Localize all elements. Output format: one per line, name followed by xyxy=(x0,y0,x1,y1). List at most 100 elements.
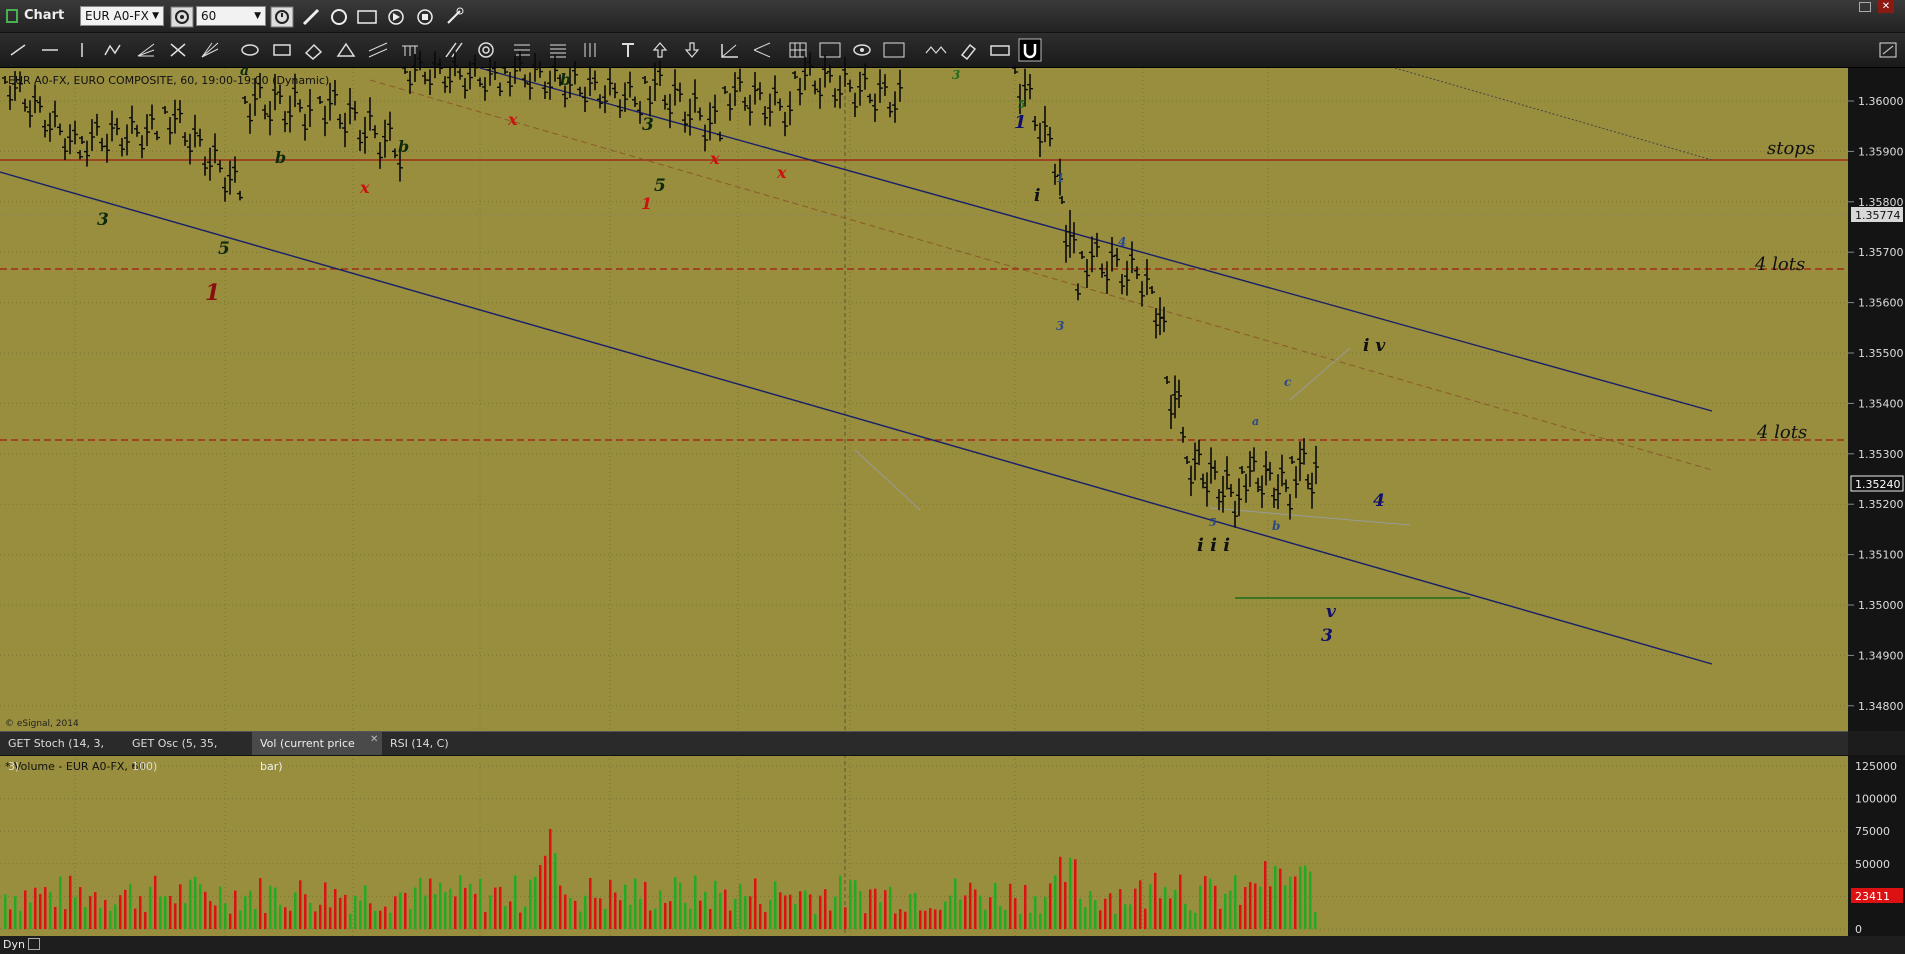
volume-bar xyxy=(354,895,357,929)
volume-bar xyxy=(339,897,342,929)
volume-bar xyxy=(309,902,312,929)
wave-label: i i i xyxy=(1197,535,1230,556)
tab-rsi[interactable]: RSI (14, C) xyxy=(382,732,462,755)
volume-bar xyxy=(739,883,742,929)
volume-bar xyxy=(269,885,272,929)
volume-bar xyxy=(874,888,877,929)
volume-bar xyxy=(1209,878,1212,929)
volume-bar xyxy=(484,911,487,929)
volume-bar xyxy=(209,901,212,929)
volume-bar xyxy=(504,905,507,929)
volume-bar xyxy=(524,906,527,929)
volume-bar xyxy=(439,882,442,929)
volume-bar xyxy=(214,905,217,929)
volume-bar xyxy=(1059,856,1062,929)
wave-label: 3 xyxy=(952,68,960,82)
volume-bar xyxy=(194,876,197,929)
volume-bar xyxy=(854,880,857,929)
volume-bar xyxy=(764,911,767,929)
wave-label: b xyxy=(275,148,286,167)
indicator-tabs: GET Stoch (14, 3, 3) GET Osc (5, 35, 100… xyxy=(0,731,1848,773)
wave-label: 3 xyxy=(97,210,109,230)
volume-bar xyxy=(1179,874,1182,929)
volume-bar xyxy=(1009,883,1012,929)
volume-bar xyxy=(1044,896,1047,929)
volume-bar xyxy=(1019,913,1022,929)
last-price-label: 1.35240 xyxy=(1855,478,1901,491)
volume-bar xyxy=(699,900,702,929)
price-label: 1.35100 xyxy=(1858,549,1904,562)
chart-canvas[interactable]: 1.36000 1.35900 1.35800 1.35700 1.35600 1.355… xyxy=(0,0,1905,954)
volume-bar xyxy=(259,878,262,929)
volume-bar xyxy=(724,889,727,929)
price-panel xyxy=(0,68,1848,731)
volume-bar xyxy=(779,892,782,929)
price-label: 1.35900 xyxy=(1858,145,1904,158)
volume-bar xyxy=(1074,859,1077,929)
volume-bar xyxy=(404,892,407,929)
stops-label: stops xyxy=(1767,138,1815,159)
volume-bar xyxy=(324,882,327,929)
volume-bar xyxy=(359,900,362,929)
volume-bar xyxy=(544,855,547,929)
volume-bar xyxy=(864,913,867,929)
volume-bar xyxy=(14,896,17,929)
volume-bar xyxy=(1229,890,1232,929)
volume-bar xyxy=(934,909,937,929)
volume-bar xyxy=(234,890,237,929)
price-label: 1.35700 xyxy=(1858,246,1904,259)
volume-bar xyxy=(149,886,152,929)
close-tab-icon[interactable]: ✕ xyxy=(370,734,378,745)
volume-bar xyxy=(1184,903,1187,929)
price-label: 1.35200 xyxy=(1858,498,1904,511)
volume-bar xyxy=(679,882,682,929)
tab-get-osc[interactable]: GET Osc (5, 35, 100) xyxy=(124,732,252,773)
volume-bar xyxy=(459,875,462,929)
tab-volume[interactable]: Vol (current price bar) xyxy=(252,732,382,773)
tab-get-stoch[interactable]: GET Stoch (14, 3, 3) xyxy=(0,732,124,773)
volume-bar xyxy=(1169,898,1172,929)
grid-toggle-icon[interactable] xyxy=(28,938,40,950)
volume-bar xyxy=(539,865,542,929)
volume-bar xyxy=(964,895,967,929)
volume-bar xyxy=(894,913,897,929)
volume-axis-label: 75000 xyxy=(1855,825,1890,838)
wave-label: x xyxy=(359,178,370,197)
volume-bar xyxy=(809,894,812,929)
wave-label: c xyxy=(1284,375,1292,389)
volume-bar xyxy=(274,887,277,929)
volume-bar xyxy=(19,910,22,929)
volume-bar xyxy=(1299,866,1302,929)
volume-bar xyxy=(994,882,997,929)
volume-bar xyxy=(1204,876,1207,929)
volume-bar xyxy=(1314,912,1317,929)
volume-bar xyxy=(744,896,747,929)
volume-bar xyxy=(1159,898,1162,929)
chart-header: EUR A0-FX, EURO COMPOSITE, 60, 19:00-19:… xyxy=(8,74,329,87)
volume-bar xyxy=(429,878,432,929)
volume-bar xyxy=(264,913,267,929)
dyn-mode[interactable]: Dyn xyxy=(3,938,25,951)
wave-label: 3 xyxy=(1056,319,1064,333)
volume-bar xyxy=(559,885,562,929)
volume-bar xyxy=(609,879,612,929)
volume-bar xyxy=(719,892,722,929)
price-label: 1.34800 xyxy=(1858,700,1904,713)
volume-bar xyxy=(574,900,577,929)
volume-bar xyxy=(4,894,7,929)
wave-label: b xyxy=(560,70,571,89)
volume-bar xyxy=(1089,891,1092,929)
volume-bar xyxy=(1284,885,1287,929)
volume-bar xyxy=(1234,875,1237,929)
volume-bar xyxy=(1109,893,1112,929)
volume-bar xyxy=(184,903,187,929)
volume-bar xyxy=(464,887,467,929)
volume-bar xyxy=(49,891,52,929)
lots-lower-label: 4 lots xyxy=(1756,422,1807,443)
volume-bar xyxy=(619,900,622,929)
volume-bar xyxy=(1219,908,1222,929)
volume-bar xyxy=(1024,885,1027,929)
price-label: 1.35400 xyxy=(1858,397,1904,410)
volume-bar xyxy=(674,877,677,929)
volume-bar xyxy=(669,901,672,929)
